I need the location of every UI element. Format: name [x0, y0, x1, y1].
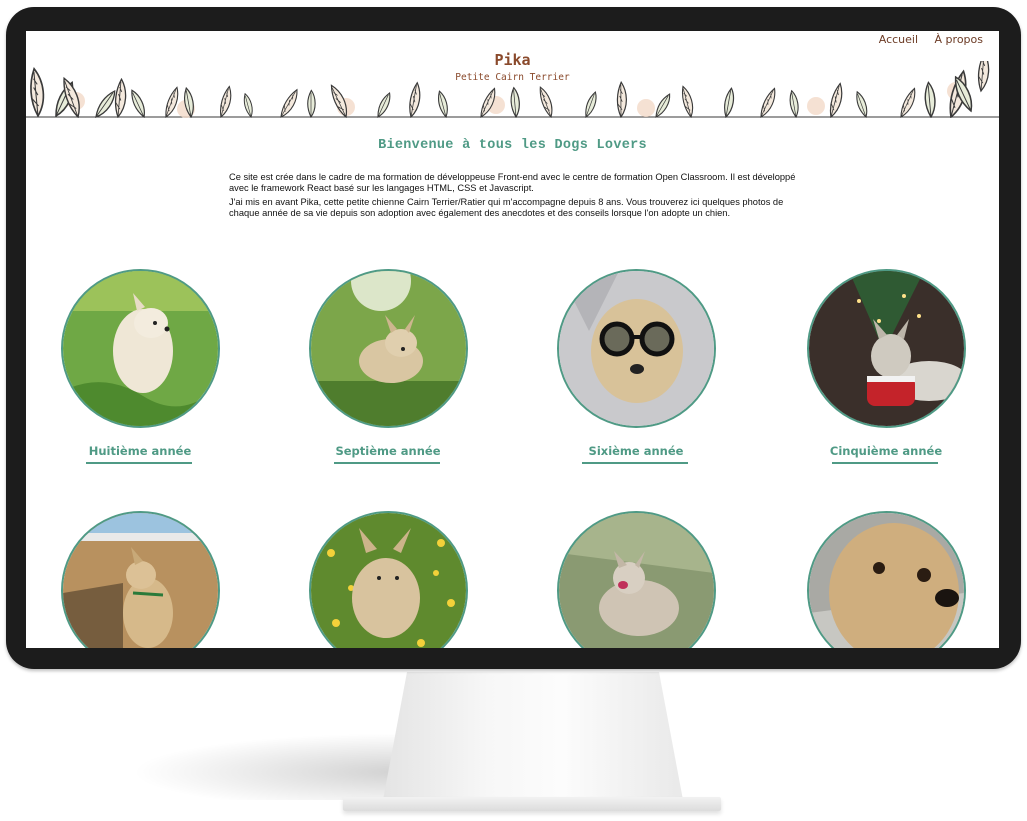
dog-photo[interactable]	[557, 269, 716, 428]
card-title[interactable]: Huitième année	[51, 444, 229, 458]
nav-link-home[interactable]: Accueil	[879, 33, 918, 46]
card-underline	[86, 462, 192, 464]
year-card[interactable]: Cinquième année	[797, 269, 977, 489]
top-nav: Accueil À propos	[866, 33, 983, 46]
year-card[interactable]	[299, 511, 479, 648]
card-underline	[832, 462, 938, 464]
dog-photo[interactable]	[807, 269, 966, 428]
site-subtitle: Petite Cairn Terrier	[455, 72, 570, 83]
year-card[interactable]: Septième année	[299, 269, 479, 489]
nav-link-about[interactable]: À propos	[935, 33, 983, 46]
year-card[interactable]: Sixième année	[547, 269, 727, 489]
intro-paragraph: J'ai mis en avant Pika, cette petite chi…	[229, 197, 784, 218]
intro-paragraph: Ce site est crée dans le cadre de ma for…	[229, 172, 796, 193]
intro-text: Ce site est crée dans le cadre de ma for…	[229, 172, 797, 222]
card-title[interactable]: Septième année	[299, 444, 477, 458]
dog-photo[interactable]	[61, 511, 220, 648]
year-card[interactable]	[797, 511, 977, 648]
monitor-stand	[383, 672, 683, 800]
site-title: Pika	[494, 51, 531, 69]
dog-photo[interactable]	[807, 511, 966, 648]
dog-photo[interactable]	[557, 511, 716, 648]
year-card[interactable]	[547, 511, 727, 648]
card-title[interactable]: Sixième année	[547, 444, 725, 458]
card-underline	[334, 462, 440, 464]
year-card[interactable]	[51, 511, 231, 648]
website-screen: Pika Petite Cairn Terrier Accueil À prop…	[26, 31, 999, 648]
dog-photo[interactable]	[309, 511, 468, 648]
dog-photo[interactable]	[61, 269, 220, 428]
year-card[interactable]: Huitième année	[51, 269, 231, 489]
card-title[interactable]: Cinquième année	[797, 444, 975, 458]
site-header: Pika Petite Cairn Terrier	[26, 31, 999, 118]
card-underline	[582, 462, 688, 464]
dog-photo[interactable]	[309, 269, 468, 428]
monitor-stand-base	[343, 797, 721, 811]
welcome-heading: Bienvenue à tous les Dogs Lovers	[378, 138, 647, 153]
leaf-banner-illustration	[26, 61, 999, 118]
